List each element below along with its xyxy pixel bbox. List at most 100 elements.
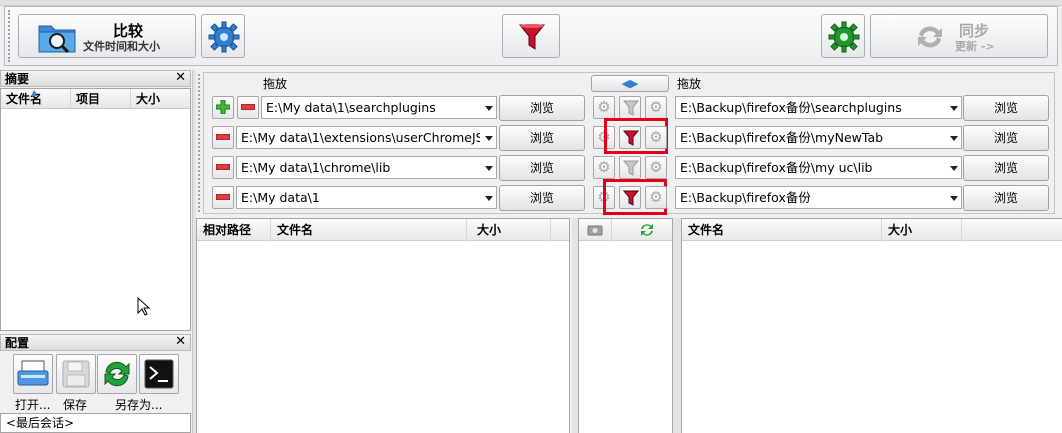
middle-action-pane[interactable] — [578, 218, 673, 433]
pair-settings-button-3[interactable]: ⚙ — [593, 156, 615, 179]
pair-sync-settings-button-3[interactable]: ⚙ — [645, 156, 667, 179]
minus-icon — [241, 104, 255, 110]
camera-icon — [587, 225, 603, 236]
right-browse-button-2[interactable]: 浏览 — [963, 125, 1049, 151]
config-title: 配置 — [5, 336, 30, 350]
left-browse-button-2[interactable]: 浏览 — [499, 125, 585, 151]
right-pane-header: 文件名 大小 — [682, 219, 1062, 241]
left-browse-button-3[interactable]: 浏览 — [499, 155, 585, 181]
gray-filter-icon — [623, 100, 639, 116]
pair-filter-button-4[interactable] — [619, 186, 641, 209]
left-col-relpath[interactable]: 相对路径 — [197, 219, 271, 241]
right-folder-input-4[interactable]: E:\Backup\firefox备份 — [675, 186, 962, 209]
pair-filter-button-2[interactable] — [619, 126, 641, 149]
left-file-pane[interactable]: 相对路径 文件名 大小 — [196, 218, 570, 433]
right-browse-button-1[interactable]: 浏览 — [963, 95, 1049, 121]
compare-subtitle: 文件时间和大小 — [83, 40, 160, 53]
left-folder-input-4[interactable]: E:\My data\1 — [236, 186, 497, 209]
pair-sync-settings-button-2[interactable]: ⚙ — [645, 126, 667, 149]
dropdown-arrow-icon[interactable] — [485, 166, 493, 171]
sync-settings-button[interactable] — [821, 14, 865, 58]
settings-button[interactable] — [201, 14, 245, 58]
pair-sync-settings-button-1[interactable]: ⚙ — [645, 96, 667, 119]
remove-pair-button-4[interactable] — [212, 186, 234, 209]
middle-col-action[interactable] — [631, 219, 672, 241]
gray-gear-icon: ⚙ — [597, 158, 611, 176]
left-col-filename[interactable]: 文件名 — [271, 219, 467, 241]
dropdown-arrow-icon[interactable] — [950, 106, 958, 111]
gray-gear-icon: ⚙ — [649, 188, 663, 206]
toolbar-grip[interactable] — [8, 10, 12, 62]
refresh-green-icon — [104, 361, 130, 387]
config-body: 打开... 保存 另存为... <最后会话> — [0, 352, 191, 433]
terminal-icon — [144, 359, 174, 389]
config-saveas-button[interactable] — [97, 354, 137, 394]
config-panel-title: 配置 ✕ — [0, 334, 191, 351]
left-drop-label: 拖放 — [263, 77, 288, 91]
middle-right-gap — [673, 218, 681, 433]
save-icon — [62, 360, 90, 388]
remove-pair-button-2[interactable] — [212, 126, 234, 149]
left-folder-input-1[interactable]: E:\My data\1\searchplugins — [261, 96, 497, 119]
summary-col-item[interactable]: 项目 — [71, 89, 131, 109]
dropdown-arrow-icon[interactable] — [485, 136, 493, 141]
gray-gear-icon: ⚙ — [597, 98, 611, 116]
add-pair-button[interactable] — [212, 96, 234, 119]
left-col-size[interactable]: 大小 — [471, 219, 551, 241]
left-pane-header: 相对路径 文件名 大小 — [197, 219, 569, 241]
left-folder-input-2[interactable]: E:\My data\1\extensions\userChromeJS@ — [236, 126, 497, 149]
dropdown-arrow-icon[interactable] — [485, 106, 493, 111]
left-folder-input-3[interactable]: E:\My data\1\chrome\lib — [236, 156, 497, 179]
summary-list[interactable]: 文件名 ▲ 项目 大小 — [0, 88, 191, 331]
red-filter-icon — [623, 190, 639, 206]
compare-button[interactable]: 比较 文件时间和大小 — [18, 14, 196, 58]
folder-search-icon — [38, 25, 76, 54]
summary-close-icon[interactable]: ✕ — [175, 71, 186, 85]
summary-panel-title: 摘要 ✕ — [0, 70, 191, 87]
left-browse-button-4[interactable]: 浏览 — [499, 185, 585, 211]
summary-col-size[interactable]: 大小 — [131, 89, 190, 109]
dropdown-arrow-icon[interactable] — [950, 166, 958, 171]
filter-icon — [519, 24, 545, 50]
session-item[interactable]: <最后会话> — [6, 416, 74, 430]
sync-green-icon — [641, 224, 653, 236]
red-filter-icon — [623, 130, 639, 146]
config-close-icon[interactable]: ✕ — [175, 335, 186, 349]
gray-gear-icon: ⚙ — [649, 128, 663, 146]
pair-filter-button-3[interactable] — [619, 156, 641, 179]
config-save-button[interactable] — [56, 354, 96, 394]
gray-filter-icon — [623, 160, 639, 176]
gray-gear-icon: ⚙ — [649, 98, 663, 116]
session-list[interactable]: <最后会话> — [0, 413, 191, 433]
pair-filter-button-1[interactable] — [619, 96, 641, 119]
sort-asc-icon: ▲ — [31, 88, 38, 97]
right-folder-input-3[interactable]: E:\Backup\firefox备份\my uc\lib — [675, 156, 962, 179]
remove-pair-button-1[interactable] — [237, 96, 259, 119]
config-terminal-button[interactable] — [139, 354, 179, 394]
right-folder-input-1[interactable]: E:\Backup\firefox备份\searchplugins — [675, 96, 962, 119]
pair-settings-button-1[interactable]: ⚙ — [593, 96, 615, 119]
filter-button[interactable] — [502, 14, 560, 58]
config-open-button[interactable] — [13, 354, 53, 394]
folder-grip[interactable] — [198, 74, 201, 212]
sync-button[interactable]: 同步 更新 -> — [870, 14, 1048, 58]
right-browse-button-3[interactable]: 浏览 — [963, 155, 1049, 181]
pair-sync-settings-button-4[interactable]: ⚙ — [645, 186, 667, 209]
middle-col-category[interactable] — [579, 219, 612, 241]
remove-pair-button-3[interactable] — [212, 156, 234, 179]
summary-title: 摘要 — [5, 72, 30, 86]
left-browse-button-1[interactable]: 浏览 — [499, 95, 585, 121]
right-folder-input-2[interactable]: E:\Backup\firefox备份\myNewTab — [675, 126, 962, 149]
swap-sides-button[interactable]: ◀▶ — [591, 75, 669, 92]
right-col-filename[interactable]: 文件名 — [682, 219, 882, 241]
dropdown-arrow-icon[interactable] — [485, 196, 493, 201]
dropdown-arrow-icon[interactable] — [950, 196, 958, 201]
dropdown-arrow-icon[interactable] — [950, 136, 958, 141]
minus-icon — [216, 164, 230, 170]
right-col-size[interactable]: 大小 — [882, 219, 962, 241]
right-file-pane[interactable]: 文件名 大小 — [681, 218, 1062, 433]
gray-gear-icon: ⚙ — [649, 158, 663, 176]
sync-subtitle: 更新 -> — [955, 40, 995, 53]
right-browse-button-4[interactable]: 浏览 — [963, 185, 1049, 211]
mouse-cursor-icon — [137, 297, 151, 316]
